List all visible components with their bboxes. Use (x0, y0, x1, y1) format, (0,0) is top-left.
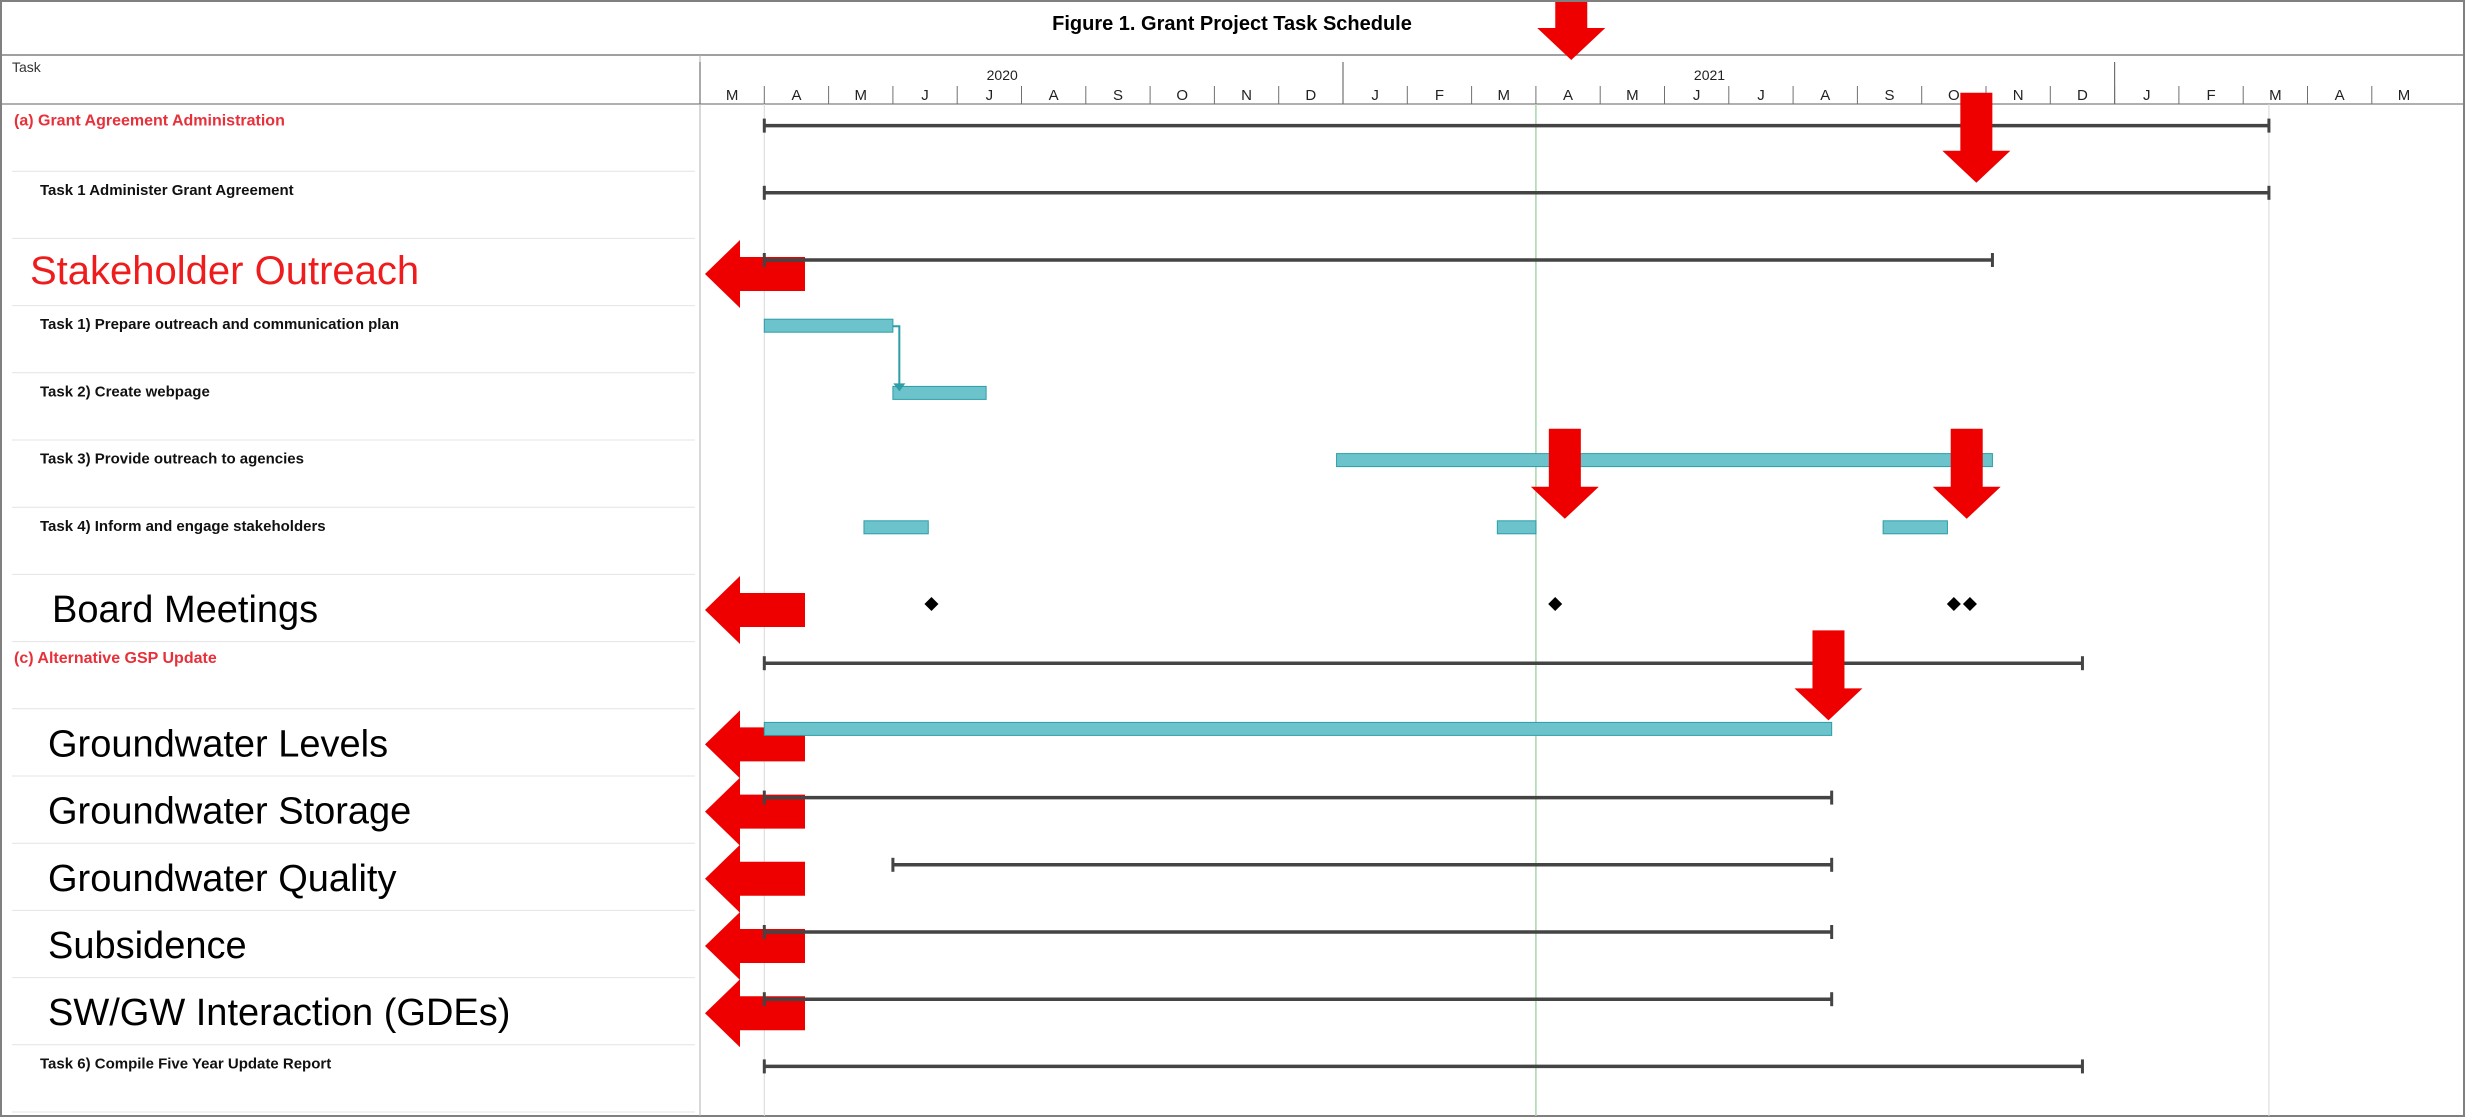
month-tick-label: S (1113, 87, 1123, 104)
month-tick-label: J (986, 87, 994, 104)
callout-label: Subsidence (48, 925, 247, 967)
task-bar (763, 318, 894, 333)
task-bar (1882, 520, 1948, 535)
month-tick-label: F (2206, 87, 2215, 104)
month-tick-label: M (1626, 87, 1639, 104)
callout-label: Groundwater Storage (48, 791, 411, 833)
month-tick-label: J (1371, 87, 1379, 104)
task-label: Task 6) Compile Five Year Update Report (40, 1055, 331, 1072)
chart-title: Figure 1. Grant Project Task Schedule (1052, 13, 1412, 35)
month-tick-label: S (1885, 87, 1895, 104)
month-tick-label: M (1498, 87, 1511, 104)
section-label: (c) Alternative GSP Update (14, 650, 217, 667)
task-bar (863, 520, 929, 535)
month-tick-label: J (1757, 87, 1765, 104)
month-tick-label: J (921, 87, 929, 104)
task-bar (1336, 453, 1993, 468)
month-tick-label: M (2269, 87, 2282, 104)
month-tick-label: O (1176, 87, 1188, 104)
callout-label: Stakeholder Outreach (30, 249, 419, 293)
month-tick-label: A (1049, 87, 1059, 104)
task-label: Task 2) Create webpage (40, 383, 210, 400)
month-tick-label: M (855, 87, 868, 104)
callout-label: Groundwater Levels (48, 723, 388, 765)
month-tick-label: M (726, 87, 739, 104)
year-label: 2020 (987, 67, 1018, 83)
task-label: Task 1 Administer Grant Agreement (40, 182, 294, 199)
month-tick-label: J (2143, 87, 2151, 104)
chart-border (0, 0, 2465, 1117)
year-label: 2021 (1694, 67, 1725, 83)
month-tick-label: F (1435, 87, 1444, 104)
task-label: Task 1) Prepare outreach and communicati… (40, 316, 399, 333)
callout-label: SW/GW Interaction (GDEs) (48, 992, 510, 1034)
task-label: Task 3) Provide outreach to agencies (40, 451, 304, 468)
task-bar (1496, 520, 1537, 535)
callout-label: Board Meetings (52, 589, 318, 631)
section-label: (a) Grant Agreement Administration (14, 113, 285, 130)
task-bar (763, 721, 1833, 736)
month-tick-label: D (2077, 87, 2088, 104)
month-tick-label: O (1948, 87, 1960, 104)
month-tick-label: A (1563, 87, 1573, 104)
callout-label: Groundwater Quality (48, 858, 397, 900)
month-tick-label: N (2013, 87, 2024, 104)
month-tick-label: A (1820, 87, 1830, 104)
task-label: Task 4) Inform and engage stakeholders (40, 518, 326, 535)
month-tick-label: D (1305, 87, 1316, 104)
task-bar (892, 385, 987, 400)
month-tick-label: M (2398, 87, 2411, 104)
gantt-chart: Figure 1. Grant Project Task Schedule Ta… (0, 0, 2465, 1117)
month-tick-label: A (791, 87, 801, 104)
month-tick-label: A (2335, 87, 2345, 104)
task-column-header: Task (12, 59, 42, 75)
month-tick-label: N (1241, 87, 1252, 104)
month-tick-label: J (1693, 87, 1701, 104)
